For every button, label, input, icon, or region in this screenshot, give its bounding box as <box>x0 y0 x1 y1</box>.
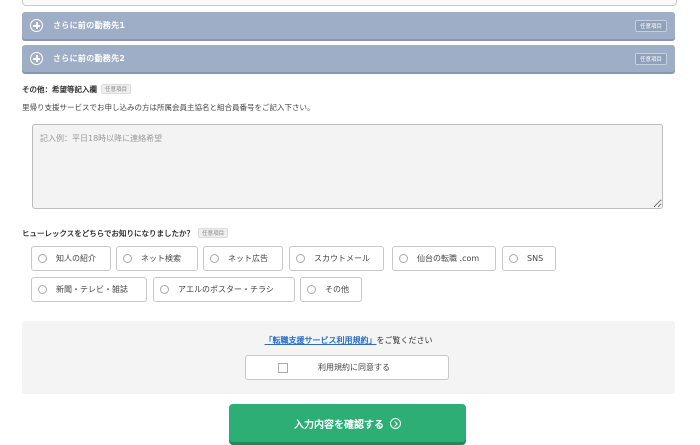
radio-circle-icon <box>509 254 518 263</box>
optional-badge: 任意項目 <box>198 228 229 238</box>
optional-badge: 任意項目 <box>634 53 667 65</box>
radio-circle-icon <box>399 254 408 263</box>
accordion-title: さらに前の勤務先1 <box>53 21 126 30</box>
radio-circle-icon <box>38 254 47 263</box>
option-sns[interactable]: SNS <box>502 246 556 271</box>
plus-circle-icon <box>30 52 43 65</box>
confirm-submit-button[interactable]: 入力内容を確認する <box>229 404 466 442</box>
option-web-search[interactable]: ネット検索 <box>116 246 198 271</box>
previous-section-bottom <box>22 0 677 6</box>
radio-circle-icon <box>38 285 47 294</box>
option-acquaintance[interactable]: 知人の紹介 <box>31 246 111 271</box>
option-web-ad[interactable]: ネット広告 <box>203 246 283 271</box>
option-other[interactable]: その他 <box>300 277 362 302</box>
radio-circle-icon <box>307 285 316 294</box>
terms-link[interactable]: 「転職支援サービス利用規約」 <box>265 336 377 345</box>
terms-agree-checkbox[interactable]: 利用規約に同意する <box>245 355 449 380</box>
option-aeru-poster[interactable]: アエルのポスター・チラシ <box>153 277 295 302</box>
plus-circle-icon <box>30 19 43 32</box>
radio-circle-icon <box>210 254 219 263</box>
optional-badge: 任意項目 <box>634 20 667 32</box>
radio-circle-icon <box>296 254 305 263</box>
other-notes-label: その他：希望等記入欄 任意項目 <box>22 84 132 95</box>
option-newspaper-tv-magazine[interactable]: 新聞・テレビ・雑誌 <box>31 277 147 302</box>
other-notes-instruction: 里帰り支援サービスでお申し込みの方は所属会員主協名と組合員番号をご記入下さい。 <box>22 103 315 112</box>
referral-source-label: ヒューレックスをどちらでお知りになりましたか？ 任意項目 <box>22 228 229 239</box>
accordion-title: さらに前の勤務先2 <box>53 54 126 63</box>
optional-badge: 任意項目 <box>101 84 132 94</box>
arrow-circle-right-icon <box>390 417 401 429</box>
radio-circle-icon <box>160 285 169 294</box>
other-notes-textarea[interactable] <box>32 124 663 209</box>
accordion-prior-job-2[interactable]: さらに前の勤務先2 任意項目 <box>22 45 675 72</box>
option-scout-mail[interactable]: スカウトメール <box>289 246 384 271</box>
option-sendai-tenshoku[interactable]: 仙台の転職 .com <box>392 246 496 271</box>
accordion-prior-job-1[interactable]: さらに前の勤務先1 任意項目 <box>22 12 675 39</box>
checkbox-icon <box>278 362 288 373</box>
terms-line: 「転職支援サービス利用規約」をご覧ください <box>264 336 433 345</box>
terms-agreement-panel: 「転職支援サービス利用規約」をご覧ください 利用規約に同意する <box>22 321 675 394</box>
radio-circle-icon <box>123 254 132 263</box>
